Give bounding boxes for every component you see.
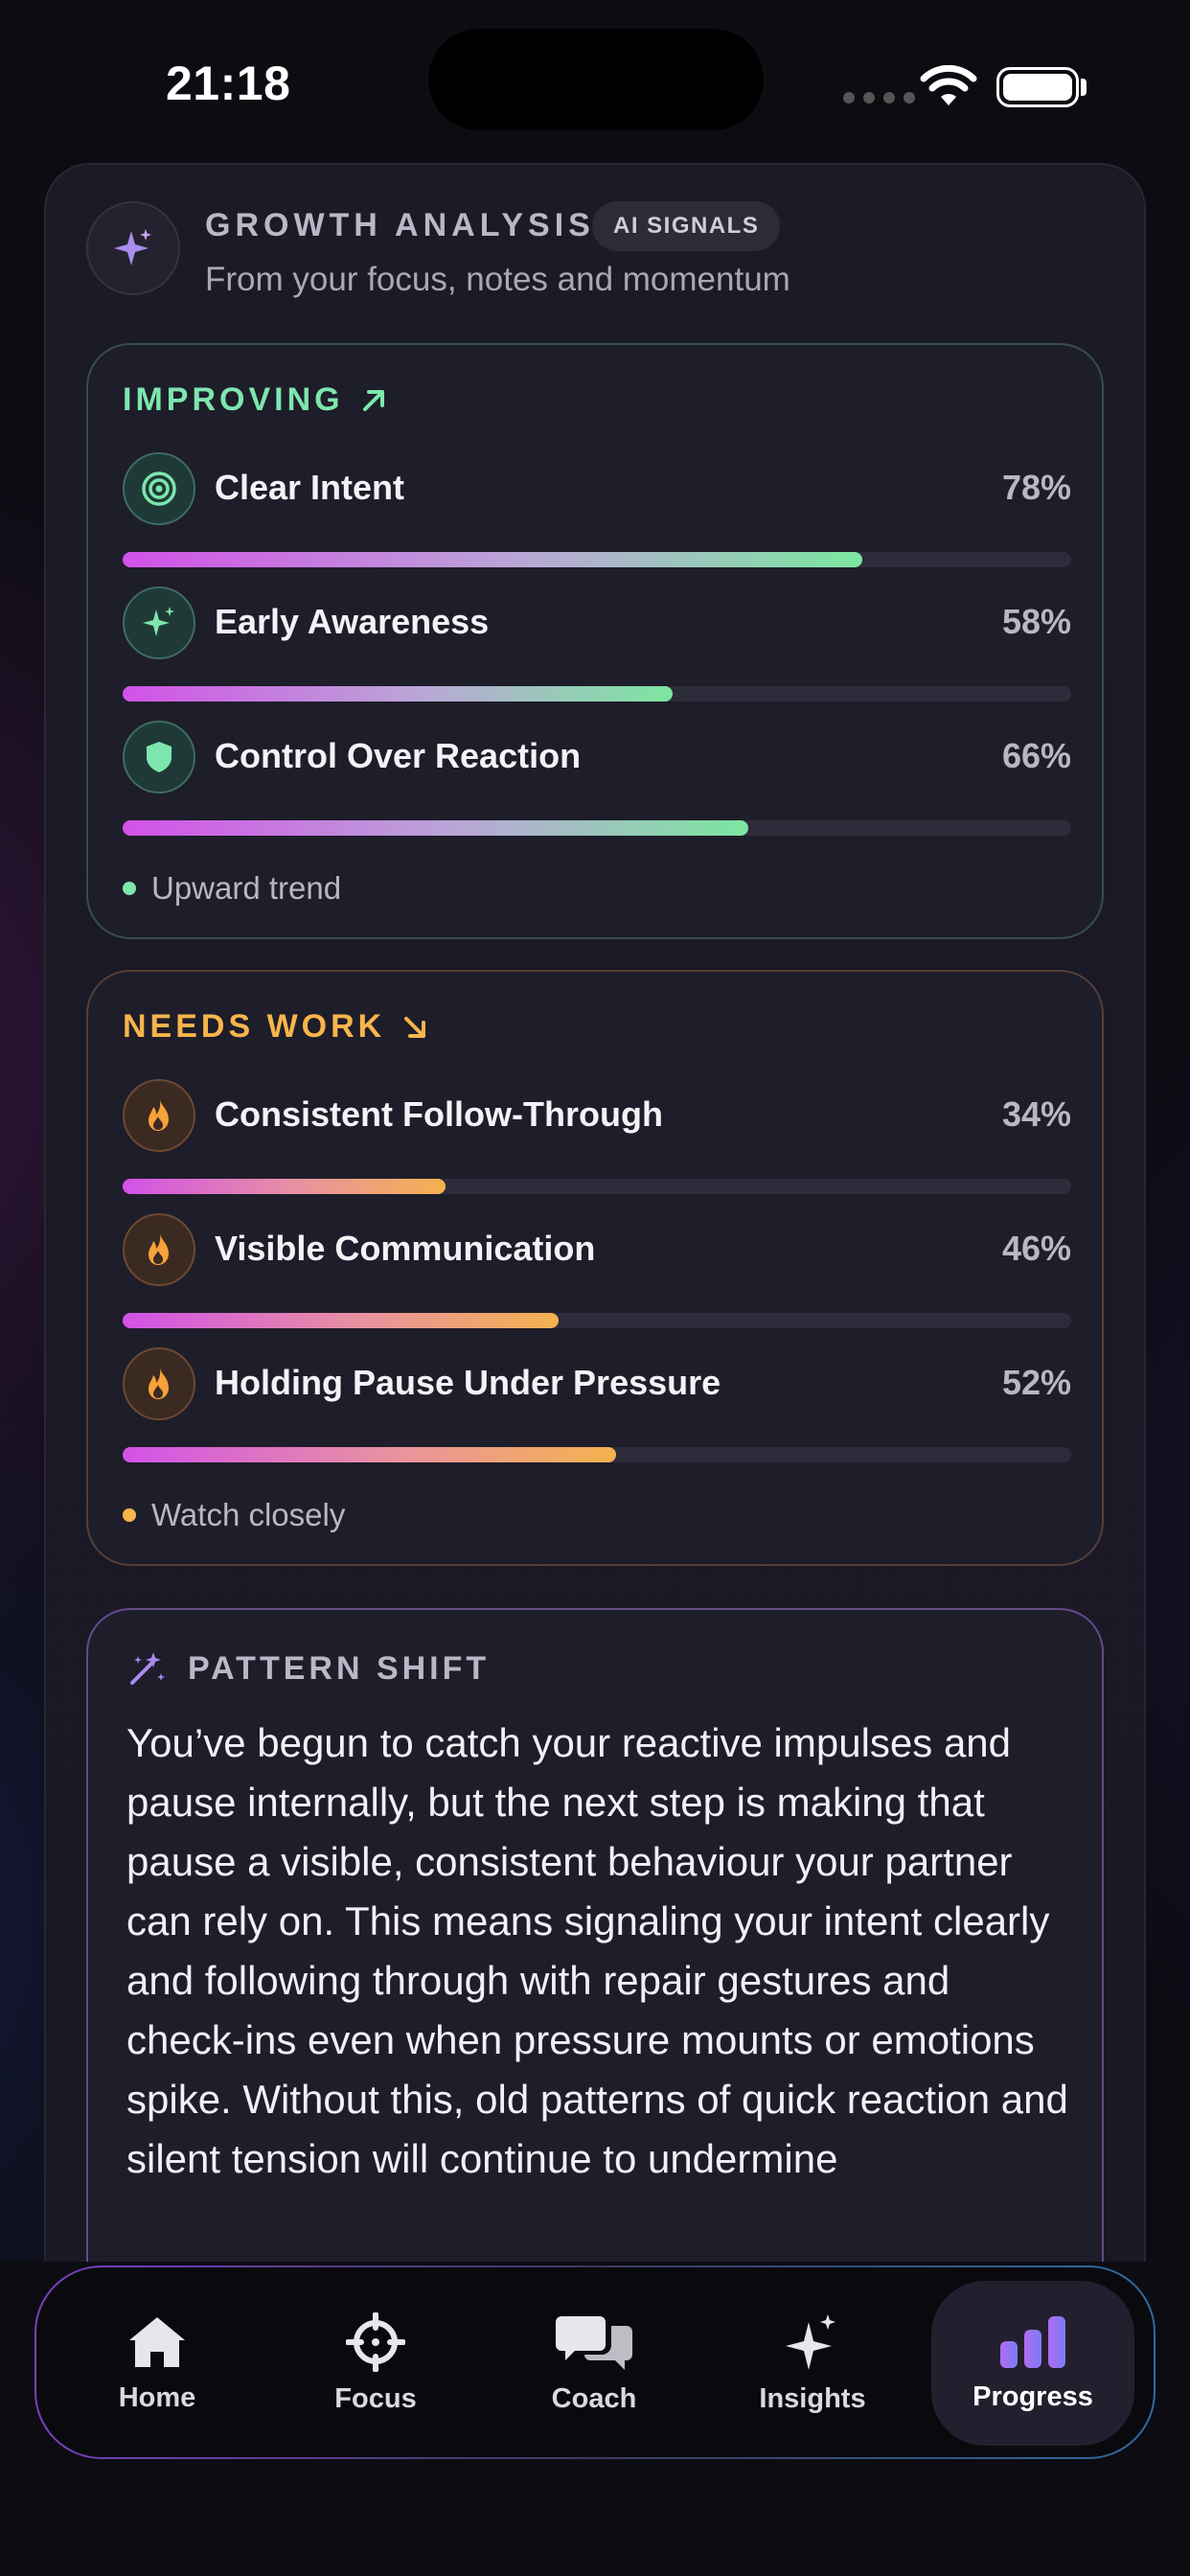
needs-work-footer: Watch closely xyxy=(123,1497,345,1533)
needs-work-title-text: NEEDS WORK xyxy=(123,1008,386,1045)
progress-fill xyxy=(123,552,863,567)
progress-bar xyxy=(123,1179,1071,1194)
sparkle-icon xyxy=(86,201,180,295)
metric-row: Visible Communication 46% xyxy=(123,1213,1071,1328)
pattern-shift-title: PATTERN SHIFT xyxy=(188,1649,491,1687)
flame-icon xyxy=(123,1079,195,1152)
metric-value: 52% xyxy=(1001,1363,1071,1402)
bottom-tab-bar: Home Focus Coach Insights Progress xyxy=(34,2266,1156,2459)
flame-icon xyxy=(123,1213,195,1286)
metric-label: Control Over Reaction xyxy=(215,736,582,775)
growth-analysis-header: GROWTH ANALYSIS AI SIGNALS From your foc… xyxy=(86,201,1102,307)
metric-label: Consistent Follow-Through xyxy=(215,1094,663,1134)
screen: 21:18 GROWTH ANALYSIS AI SIGNALS From yo… xyxy=(0,0,1190,2576)
metric-row: Holding Pause Under Pressure 52% xyxy=(123,1347,1071,1462)
sparkle-icon xyxy=(123,586,195,659)
arrow-down-right-icon xyxy=(404,1016,426,1038)
dynamic-island xyxy=(428,29,764,130)
progress-bar xyxy=(123,552,1071,567)
sparkle-icon xyxy=(786,2313,835,2370)
progress-fill xyxy=(123,820,749,836)
metric-label: Early Awareness xyxy=(215,602,490,641)
pattern-shift-body: You’ve begun to catch your reactive impu… xyxy=(126,1720,1068,2181)
tab-insights[interactable]: Insights xyxy=(711,2281,914,2446)
tab-label: Progress xyxy=(973,2380,1093,2412)
needs-work-card: NEEDS WORK Consistent Follow-Through 34% xyxy=(86,970,1104,1566)
progress-fill xyxy=(123,1313,560,1328)
tab-progress[interactable]: Progress xyxy=(931,2281,1134,2446)
metric-row: Control Over Reaction 66% xyxy=(123,721,1071,836)
tab-label: Focus xyxy=(334,2382,417,2414)
progress-fill xyxy=(123,1179,446,1194)
section-subtitle: From your focus, notes and momentum xyxy=(205,261,790,298)
needs-work-footer-text: Watch closely xyxy=(151,1497,346,1532)
tab-coach[interactable]: Coach xyxy=(492,2281,696,2446)
bar-chart-icon xyxy=(1000,2315,1065,2368)
metric-row: Early Awareness 58% xyxy=(123,586,1071,702)
metric-value: 66% xyxy=(1001,736,1071,775)
crosshair-icon xyxy=(346,2312,405,2372)
flame-icon xyxy=(123,1347,195,1420)
battery-icon xyxy=(996,67,1079,107)
metric-value: 46% xyxy=(1001,1229,1071,1268)
metric-label: Visible Communication xyxy=(215,1229,596,1268)
needs-work-title: NEEDS WORK xyxy=(123,1008,429,1046)
tab-label: Home xyxy=(118,2381,196,2413)
status-bar: 21:18 xyxy=(0,0,1190,163)
ai-signals-badge: AI SIGNALS xyxy=(592,201,781,251)
battery-cap xyxy=(1081,79,1087,96)
arrow-up-right-icon xyxy=(362,389,384,411)
tab-label: Insights xyxy=(759,2382,866,2414)
metric-label: Clear Intent xyxy=(215,468,405,507)
progress-bar xyxy=(123,820,1071,836)
metric-value: 58% xyxy=(1001,602,1071,641)
tab-home[interactable]: Home xyxy=(56,2281,259,2446)
progress-fill xyxy=(123,686,674,702)
metric-row: Clear Intent 78% xyxy=(123,452,1071,567)
progress-bar xyxy=(123,1313,1071,1328)
magic-wand-icon xyxy=(130,1652,165,1685)
pattern-shift-header: PATTERN SHIFT xyxy=(126,1648,490,1689)
metric-row: Consistent Follow-Through 34% xyxy=(123,1079,1071,1194)
status-dot xyxy=(123,1508,136,1522)
wifi-icon xyxy=(920,65,977,105)
metric-value: 34% xyxy=(1001,1094,1071,1134)
status-dot xyxy=(123,882,136,895)
home-icon xyxy=(129,2316,185,2367)
cellular-signal-icon xyxy=(843,92,915,104)
improving-card: IMPROVING Clear Intent 78% Early Awarene… xyxy=(86,343,1104,939)
status-time: 21:18 xyxy=(166,57,291,110)
improving-title: IMPROVING xyxy=(123,381,388,419)
improving-title-text: IMPROVING xyxy=(123,381,344,418)
metric-value: 78% xyxy=(1001,468,1071,507)
chat-bubbles-icon xyxy=(556,2315,632,2370)
progress-bar xyxy=(123,686,1071,702)
improving-footer: Upward trend xyxy=(123,870,341,907)
metric-label: Holding Pause Under Pressure xyxy=(215,1363,721,1402)
progress-fill xyxy=(123,1447,616,1462)
tab-focus[interactable]: Focus xyxy=(274,2281,477,2446)
section-title: GROWTH ANALYSIS xyxy=(205,207,595,243)
shield-icon xyxy=(123,721,195,794)
improving-footer-text: Upward trend xyxy=(151,870,342,906)
target-icon xyxy=(123,452,195,525)
tab-label: Coach xyxy=(551,2382,637,2414)
progress-bar xyxy=(123,1447,1071,1462)
